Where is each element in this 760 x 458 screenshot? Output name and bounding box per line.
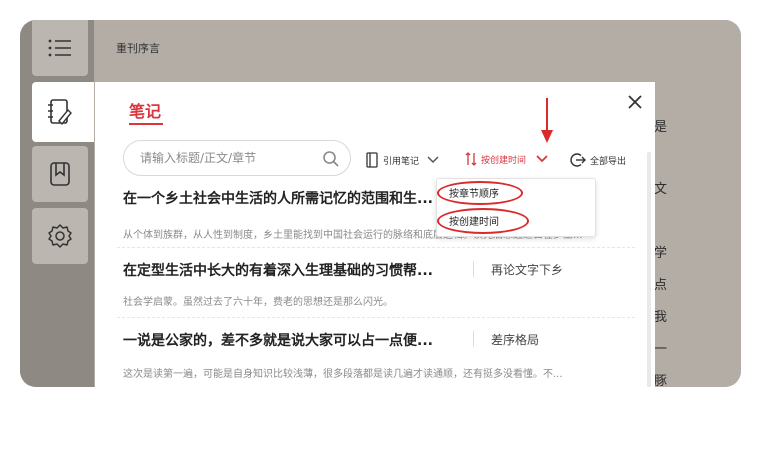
- text-char: 文: [654, 182, 668, 197]
- scrollbar[interactable]: [647, 152, 651, 387]
- bookmark-icon: [50, 162, 70, 186]
- text-char: 豚: [654, 374, 668, 387]
- chevron-down-icon: [427, 156, 439, 164]
- menu-icon: [48, 39, 71, 57]
- gear-icon: [48, 224, 72, 248]
- quote-notes-label: 引用笔记: [383, 156, 420, 167]
- tab-underline: [129, 123, 163, 125]
- close-icon[interactable]: [625, 92, 645, 112]
- separator: [473, 261, 474, 277]
- annotation-arrow-icon: [541, 98, 553, 143]
- search-box[interactable]: [123, 140, 351, 176]
- note-excerpt: 这次是读第一遍，可能是自身知识比较浅薄，很多段落都是读几遍才读通顺，还有挺多没看…: [123, 369, 563, 380]
- note-title: 在定型生活中长大的有着深入生理基础的习惯帮...: [123, 263, 433, 279]
- export-label: 全部导出: [590, 156, 627, 167]
- chapter-title: 重刊序言: [116, 42, 160, 55]
- text-char: 是: [654, 120, 668, 135]
- sort-option-created[interactable]: 按创建时间: [449, 213, 499, 228]
- sort-menu: 按章节顺序 按创建时间: [436, 178, 596, 237]
- text-char: 一: [654, 342, 668, 357]
- divider: [117, 317, 635, 318]
- settings-button[interactable]: [32, 208, 88, 264]
- search-input[interactable]: [138, 150, 312, 166]
- text-char: 我: [654, 310, 668, 325]
- menu-button[interactable]: [32, 20, 88, 76]
- reader-window: 重刊序言 是 文 学 点 我 一 豚 笔记 引用笔记: [20, 20, 741, 387]
- sort-dropdown[interactable]: 按创建时间: [465, 152, 548, 166]
- sidebar-rail: [20, 20, 98, 387]
- quote-notes-toggle[interactable]: 引用笔记: [365, 152, 439, 168]
- sort-option-chapter[interactable]: 按章节顺序: [449, 185, 499, 200]
- book-icon: [366, 152, 378, 168]
- search-icon[interactable]: [322, 150, 340, 168]
- export-icon: [570, 153, 586, 167]
- note-excerpt: 社会学启蒙。虽然过去了六十年，费老的思想还是那么闪光。: [123, 297, 393, 308]
- panel-title: 笔记: [129, 102, 162, 121]
- separator: [473, 331, 474, 347]
- divider: [117, 247, 635, 248]
- note-chapter: 差序格局: [491, 333, 540, 347]
- note-title: 在一个乡土社会中生活的人所需记忆的范围和生...: [123, 191, 433, 207]
- text-char: 点: [654, 278, 668, 293]
- notebook-icon: [48, 99, 72, 126]
- note-chapter: 再论文字下乡: [491, 263, 564, 277]
- chevron-down-icon: [536, 155, 548, 163]
- sort-icon: [465, 152, 477, 166]
- note-title: 一说是公家的，差不多就是说大家可以占一点便...: [123, 333, 433, 349]
- text-char: 学: [654, 246, 668, 261]
- bookmark-button[interactable]: [32, 146, 88, 202]
- notes-button[interactable]: [32, 82, 98, 142]
- sort-label: 按创建时间: [481, 155, 527, 166]
- export-all-button[interactable]: 全部导出: [570, 152, 626, 168]
